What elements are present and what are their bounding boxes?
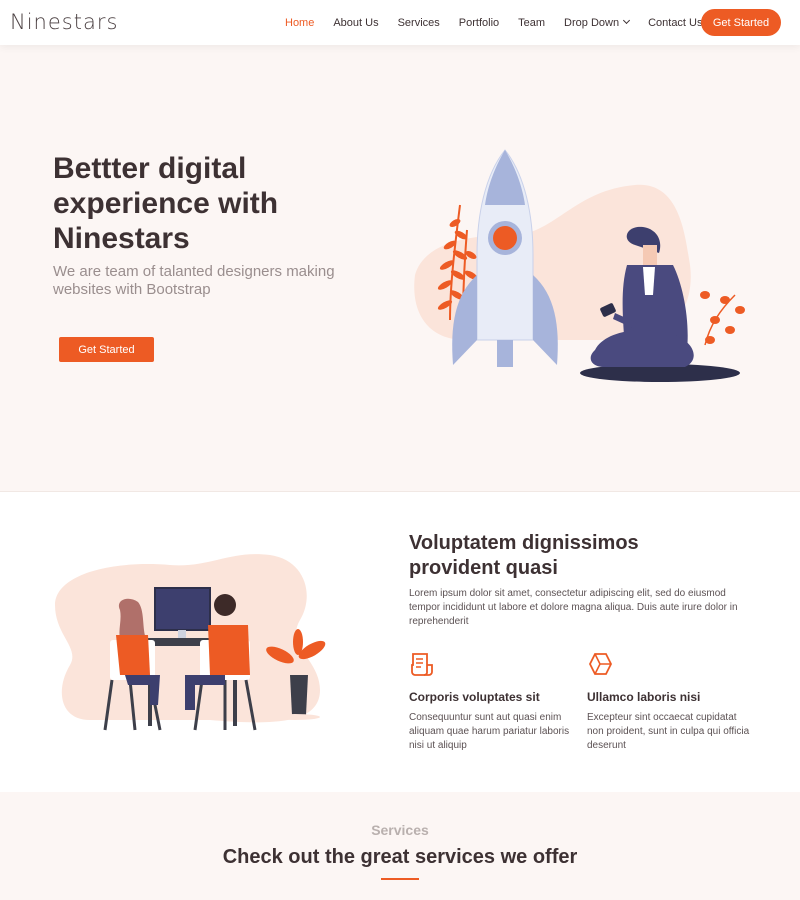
feature-card-1: Corporis voluptates sit Consequuntur sun… [409, 651, 574, 753]
services-section: Services Check out the great services we… [0, 792, 800, 900]
cube-icon [588, 653, 613, 675]
nav-about-us[interactable]: About Us [333, 17, 378, 29]
chevron-down-icon [623, 16, 631, 25]
nav-portfolio[interactable]: Portfolio [459, 17, 499, 29]
feature-text-1: Consequuntur sunt aut quasi enim aliquam… [409, 712, 570, 751]
main-nav: Home About Us Services Portfolio Team Dr… [285, 0, 722, 45]
nav-services[interactable]: Services [398, 17, 440, 29]
brand-logo[interactable]: Ninestars [10, 10, 118, 34]
hero-get-started-button[interactable]: Get Started [59, 337, 154, 362]
nav-team[interactable]: Team [518, 17, 545, 29]
services-heading: Check out the great services we offer [222, 846, 578, 868]
site-header: Ninestars Home About Us Services Portfol… [0, 0, 800, 45]
feature-card-2: Ullamco laboris nisi Excepteur sint occa… [587, 651, 752, 753]
hero-subtitle: We are team of talanted designers making… [53, 263, 335, 298]
receipt-icon [411, 653, 433, 676]
hero-section: Bettter digital experience with Ninestar… [0, 45, 800, 492]
header-get-started-button[interactable]: Get Started [701, 9, 781, 36]
feature-text-2: Excepteur sint occaecat cupidatat non pr… [587, 712, 750, 751]
nav-drop-down[interactable]: Drop Down [564, 16, 631, 29]
feature-title-1: Corporis voluptates sit [409, 690, 540, 704]
rocket-illustration [414, 149, 745, 382]
nav-home[interactable]: Home [285, 17, 314, 29]
nav-contact-us[interactable]: Contact Us [648, 17, 702, 29]
hero-title: Bettter digital experience with Ninestar… [53, 152, 279, 255]
team-desk-illustration [55, 554, 326, 731]
section-divider [381, 878, 419, 880]
nav-drop-down-label: Drop Down [564, 16, 620, 29]
about-title: Voluptatem dignissimos provident quasi [409, 532, 639, 579]
feature-title-2: Ullamco laboris nisi [587, 690, 701, 704]
about-text: Lorem ipsum dolor sit amet, consectetur … [409, 588, 738, 627]
services-label: Services [371, 822, 429, 838]
